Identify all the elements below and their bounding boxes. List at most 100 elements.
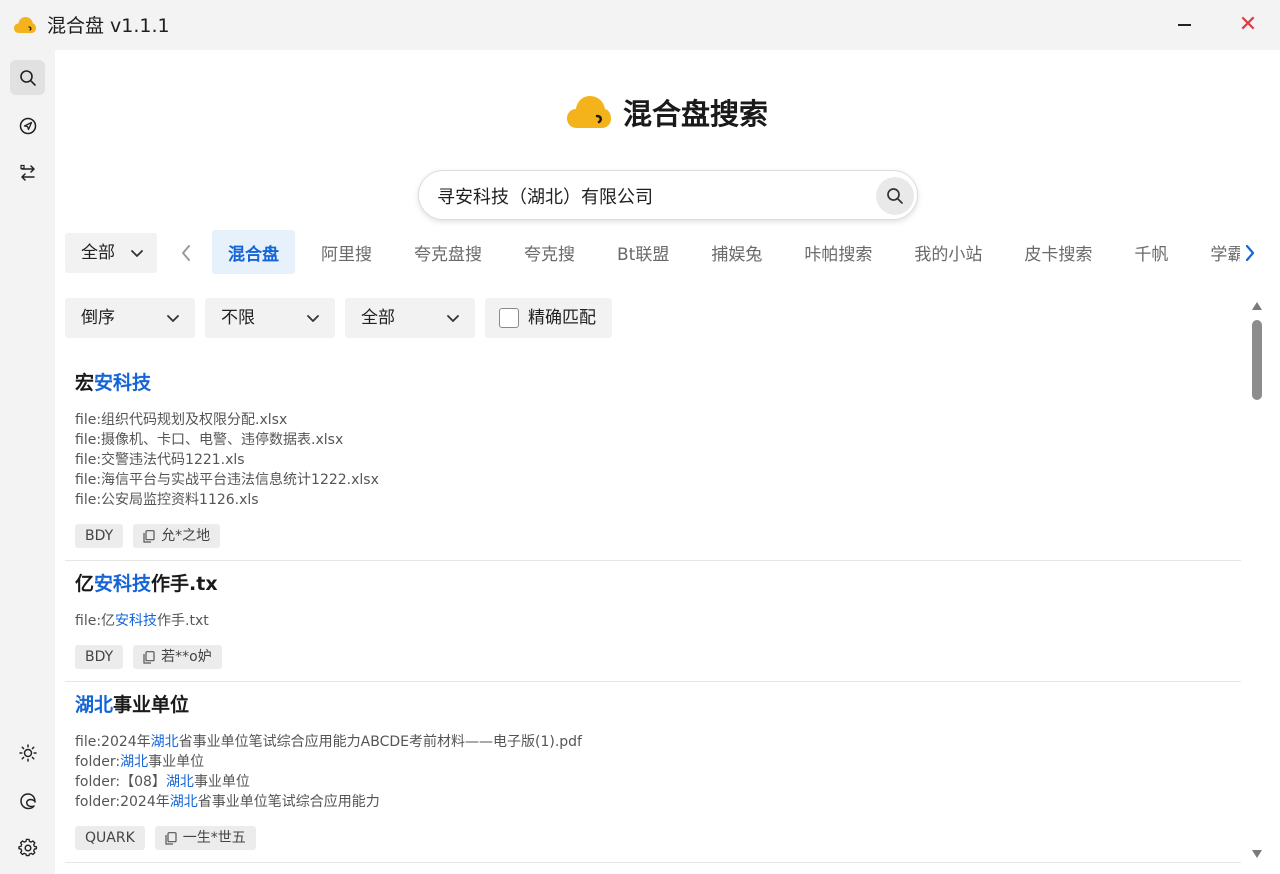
- file-entry: file:摄像机、卡口、电警、违停数据表.xlsx: [75, 430, 1231, 450]
- result-title[interactable]: 湖北事业单位: [75, 692, 1231, 718]
- cloud-logo-icon: [567, 96, 611, 128]
- order-dropdown[interactable]: 倒序: [65, 298, 195, 338]
- cloud-logo-icon: [14, 17, 36, 33]
- type-dropdown[interactable]: 全部: [345, 298, 475, 338]
- type-dropdown-value: 全部: [361, 308, 395, 328]
- scope-dropdown-value: 全部: [81, 243, 115, 263]
- file-text: file:海信平台与实战平台违法信息统计1222.xlsx: [75, 472, 379, 488]
- file-entry: file:2024年湖北省事业单位笔试综合应用能力ABCDE考前材料——电子版(…: [75, 732, 1231, 752]
- file-text: file:2024年: [75, 734, 151, 750]
- file-text: file:组织代码规划及权限分配.xlsx: [75, 412, 288, 428]
- file-text: folder:2024年: [75, 794, 170, 810]
- file-text: file:公安局监控资料1126.xls: [75, 492, 259, 508]
- chevron-down-icon: [167, 315, 179, 322]
- file-text: 事业单位: [193, 774, 250, 790]
- file-entry: file:交警违法代码1221.xls: [75, 450, 1231, 470]
- tab-9[interactable]: 千帆: [1118, 230, 1184, 274]
- order-dropdown-value: 倒序: [81, 308, 115, 328]
- file-text: file:交警违法代码1221.xls: [75, 452, 245, 468]
- owner-name: 一生*世五: [182, 830, 246, 846]
- tab-1[interactable]: 阿里搜: [305, 230, 388, 274]
- file-text: folder:【08】: [75, 774, 166, 790]
- result-tags: BDY 若**o妒: [75, 645, 1231, 669]
- copy-icon: [143, 650, 155, 664]
- chevron-down-icon: [131, 250, 143, 257]
- scroll-thumb[interactable]: [1252, 320, 1262, 400]
- exact-match-checkbox[interactable]: [499, 308, 519, 328]
- scroll-down-arrow[interactable]: [1252, 850, 1262, 858]
- result-item[interactable]: 宏安科技 file:组织代码规划及权限分配.xlsx file:摄像机、卡口、电警、…: [65, 360, 1241, 561]
- scroll-up-arrow[interactable]: [1252, 302, 1262, 310]
- title-bar: 混合盘 v1.1.1 ✕: [0, 0, 1280, 50]
- file-entry: file:公安局监控资料1126.xls: [75, 490, 1231, 510]
- file-text: 省事业单位笔试综合应用能力: [197, 794, 380, 810]
- results-scrollbar[interactable]: [1250, 302, 1264, 862]
- sidebar-settings-button[interactable]: [10, 830, 45, 865]
- time-dropdown-value: 不限: [221, 308, 255, 328]
- minimize-button[interactable]: [1170, 8, 1200, 42]
- result-item[interactable]: 亿安科技作手.tx file:亿安科技作手.txt BDY 若**o妒: [65, 561, 1241, 682]
- search-submit-button[interactable]: [876, 177, 914, 215]
- scope-dropdown[interactable]: 全部: [65, 233, 157, 273]
- search-box: [418, 170, 918, 220]
- edge-icon: [19, 792, 36, 809]
- copy-icon: [165, 831, 177, 845]
- tab-7[interactable]: 我的小站: [898, 230, 998, 274]
- copy-icon: [143, 529, 155, 543]
- brand-header: 混合盘搜索: [567, 90, 768, 134]
- title-text: 亿: [75, 573, 95, 595]
- settings-icon: [17, 838, 37, 856]
- highlighted-text: 湖北: [169, 794, 198, 810]
- tab-2[interactable]: 夸克盘搜: [398, 230, 498, 274]
- sidebar-edge-button[interactable]: [10, 783, 45, 818]
- owner-name: 若**o妒: [161, 649, 212, 665]
- file-text: folder:: [75, 754, 121, 770]
- app-title: 混合盘 v1.1.1: [47, 15, 170, 37]
- search-icon: [19, 69, 36, 86]
- main-panel: 混合盘搜索 全部 混合盘阿里搜夸克盘搜夸克搜Bt联盟捕娱兔咔帕搜索我的小站皮卡搜…: [55, 50, 1280, 874]
- highlighted-text: 安科技: [115, 613, 158, 629]
- owner-name: 允*之地: [161, 528, 211, 544]
- result-title[interactable]: 宏安科技: [75, 370, 1231, 396]
- file-entry: file:组织代码规划及权限分配.xlsx: [75, 410, 1231, 430]
- chevron-down-icon: [307, 315, 319, 322]
- highlighted-text: 湖北: [120, 754, 149, 770]
- search-input[interactable]: [437, 183, 857, 209]
- result-item[interactable]: 湖北事业单位 file:2024年湖北省事业单位笔试综合应用能力ABCDE考前材料…: [65, 682, 1241, 863]
- owner-badge[interactable]: 若**o妒: [133, 645, 222, 669]
- file-text: 作手.txt: [157, 613, 209, 629]
- sidebar-theme-button[interactable]: [10, 735, 45, 770]
- result-tags: QUARK 一生*世五: [75, 826, 1231, 850]
- file-entry: file:海信平台与实战平台违法信息统计1222.xlsx: [75, 470, 1231, 490]
- file-entry: folder:【08】湖北事业单位: [75, 772, 1231, 792]
- tab-5[interactable]: 捕娱兔: [695, 230, 778, 274]
- sidebar-transfer-button[interactable]: [10, 155, 45, 190]
- result-tags: BDY 允*之地: [75, 524, 1231, 548]
- source-badge: BDY: [75, 524, 124, 548]
- sidebar-search-button[interactable]: [10, 60, 45, 95]
- time-dropdown[interactable]: 不限: [205, 298, 335, 338]
- highlighted-text: 湖北: [150, 734, 179, 750]
- tab-8[interactable]: 皮卡搜索: [1008, 230, 1108, 274]
- tab-3[interactable]: 夸克搜: [508, 230, 591, 274]
- sidebar-send-button[interactable]: [10, 108, 45, 143]
- owner-badge[interactable]: 允*之地: [133, 524, 221, 548]
- close-button[interactable]: ✕: [1233, 8, 1263, 42]
- chevron-right-icon[interactable]: [1241, 241, 1259, 265]
- tab-6[interactable]: 咔帕搜索: [788, 230, 888, 274]
- file-entry: folder:湖北事业单位: [75, 752, 1231, 772]
- tab-4[interactable]: Bt联盟: [601, 230, 685, 274]
- file-entry: folder:2024年湖北省事业单位笔试综合应用能力: [75, 792, 1231, 812]
- owner-badge[interactable]: 一生*世五: [154, 826, 256, 850]
- highlighted-text: 湖北: [165, 774, 194, 790]
- exact-match-toggle[interactable]: 精确匹配: [485, 298, 612, 338]
- tab-10[interactable]: 学霸: [1194, 230, 1240, 274]
- search-icon: [887, 188, 903, 204]
- highlighted-text: 安科技: [94, 573, 152, 595]
- chevron-left-icon[interactable]: [177, 241, 195, 265]
- result-title[interactable]: 亿安科技作手.tx: [75, 571, 1231, 597]
- exact-match-label: 精确匹配: [528, 308, 596, 328]
- transfer-icon: [19, 164, 35, 181]
- sidebar: [0, 50, 55, 874]
- tab-0[interactable]: 混合盘: [212, 230, 295, 274]
